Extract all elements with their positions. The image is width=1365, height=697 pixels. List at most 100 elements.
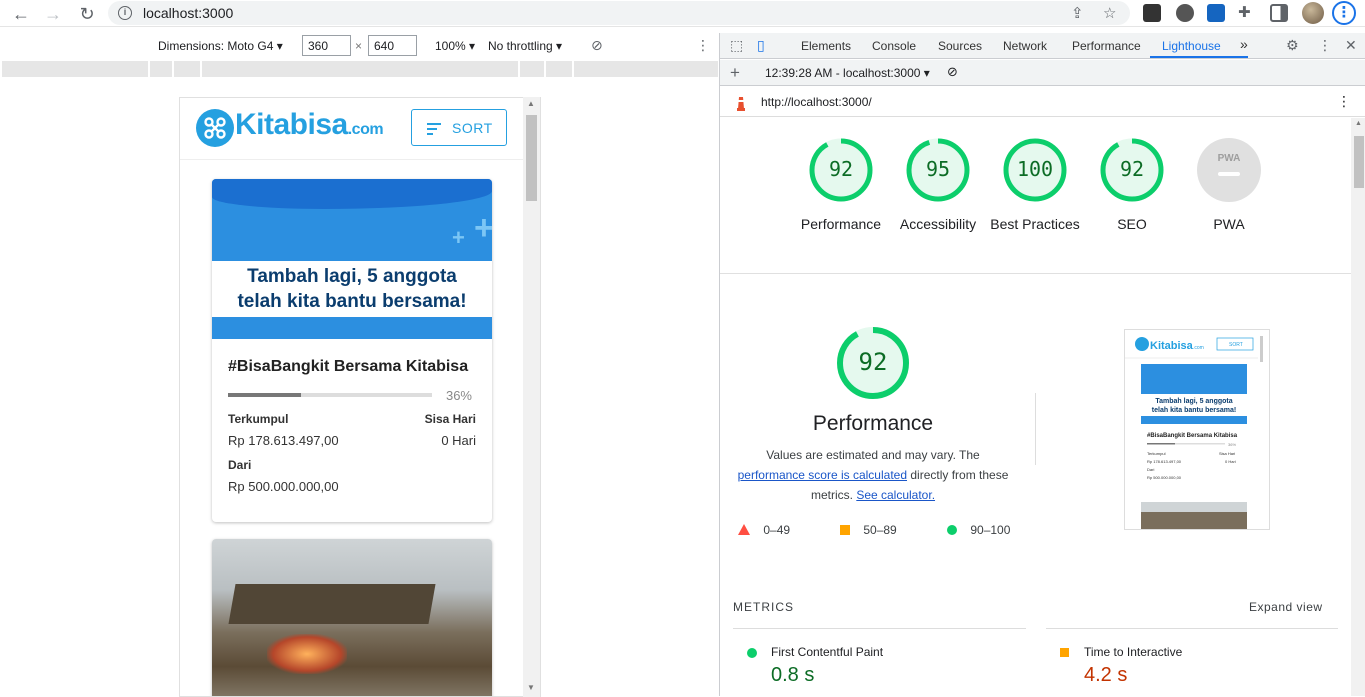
score-accessibility: 95 [925, 157, 951, 181]
expand-view-toggle[interactable]: Expand view [1249, 600, 1323, 614]
performance-score-link[interactable]: performance score is calculated [738, 468, 907, 482]
tti-average-icon [1060, 648, 1069, 657]
svg-text:.com: .com [1193, 345, 1204, 351]
tab-console[interactable]: Console [872, 39, 916, 53]
browser-menu-icon[interactable]: ⋮ [1332, 1, 1356, 25]
settings-gear-icon[interactable]: ⚙ [1286, 37, 1299, 54]
address-bar[interactable]: i localhost:3000 ⇪ ☆ [108, 1, 1130, 25]
label-performance: Performance [800, 216, 882, 232]
sort-icon [427, 123, 441, 138]
section-divider [1035, 393, 1036, 465]
metric-tti-name: Time to Interactive [1084, 645, 1183, 659]
legend-fail: 0–49 [738, 523, 790, 537]
svg-text:36%: 36% [1228, 442, 1236, 447]
forward-icon[interactable]: → [42, 3, 64, 25]
throttling-dropdown[interactable]: No throttling ▾ [488, 39, 562, 53]
side-panel-icon[interactable] [1270, 4, 1288, 22]
label-accessibility: Accessibility [899, 216, 977, 232]
svg-text:Sisa Hari: Sisa Hari [1219, 451, 1235, 456]
devtools-menu-icon[interactable]: ⋮ [1318, 37, 1332, 54]
device-more-icon[interactable]: ⋮ [696, 37, 710, 54]
profile-avatar[interactable] [1302, 2, 1324, 24]
report-url[interactable]: http://localhost:3000/ [761, 95, 872, 109]
tab-elements[interactable]: Elements [801, 39, 851, 53]
tab-lighthouse[interactable]: Lighthouse [1162, 39, 1221, 53]
clear-reports-icon[interactable]: ⊘ [947, 64, 958, 80]
kitabisa-logo-icon[interactable] [196, 109, 234, 147]
share-icon[interactable]: ⇪ [1071, 4, 1084, 22]
report-scrollbar-thumb[interactable] [1354, 136, 1364, 188]
report-menu-icon[interactable]: ⋮ [1337, 93, 1351, 110]
gauge-best-practices[interactable]: 100 [1002, 137, 1068, 203]
metric-fcp-name: First Contentful Paint [771, 645, 884, 659]
label-best-practices: Best Practices [990, 216, 1080, 232]
label-pwa: PWA [1213, 216, 1245, 232]
campaign-progress-fill [228, 393, 302, 397]
days-left-value: 0 Hari [441, 433, 476, 448]
desc-text-1: Values are estimated and may vary. The [766, 448, 980, 462]
device-viewport-area: Dimensions: Moto G4 ▾ 360 × 640 100% ▾ N… [0, 33, 718, 697]
back-icon[interactable]: ← [10, 3, 32, 25]
report-selector[interactable]: 12:39:28 AM - localhost:3000 ▾ [765, 66, 930, 80]
report-scrollbar[interactable]: ▲ [1351, 118, 1365, 696]
metrics-heading: METRICS [733, 600, 794, 614]
pwa-badge-icon: PWA [1197, 138, 1261, 202]
collected-value: Rp 178.613.497,00 [228, 433, 339, 448]
brand-suffix: .com [347, 121, 384, 138]
device-height-input[interactable]: 640 [368, 35, 417, 56]
legend-pass: 90–100 [947, 523, 1010, 537]
final-screenshot-thumbnail[interactable]: Kitabisa .com SORT Tambah lagi, 5 anggot… [1124, 329, 1270, 530]
close-devtools-icon[interactable]: ✕ [1345, 37, 1357, 54]
zoom-dropdown[interactable]: 100% ▾ [435, 39, 475, 53]
page-scrollbar-thumb[interactable] [526, 115, 537, 201]
extension-chat-icon[interactable] [1176, 4, 1194, 22]
extension-incognito-icon[interactable] [1143, 4, 1161, 22]
legend-average: 50–89 [840, 523, 897, 537]
campaign-card-2[interactable] [212, 539, 492, 696]
brand-name[interactable]: Kitabisa.com [235, 108, 384, 142]
lighthouse-toolbar: + 12:39:28 AM - localhost:3000 ▾ ⊘ [720, 60, 1365, 86]
campaign-progress-percent: 36% [445, 388, 472, 403]
score-seo: 92 [1119, 157, 1145, 181]
new-report-icon[interactable]: + [730, 63, 740, 83]
reload-icon[interactable]: ↻ [76, 3, 98, 25]
performance-gauge-large: 92 [835, 325, 911, 401]
address-url[interactable]: localhost:3000 [143, 5, 233, 21]
svg-text:telah kita bantu bersama!: telah kita bantu bersama! [1152, 407, 1236, 414]
extension-store-icon[interactable] [1207, 4, 1225, 22]
tab-network[interactable]: Network [1003, 39, 1047, 53]
device-toggle-icon[interactable]: ▯ [757, 37, 765, 54]
tab-performance[interactable]: Performance [1072, 39, 1141, 53]
gauge-pwa[interactable]: PWA [1196, 137, 1262, 203]
extensions-puzzle-icon[interactable]: ✚ [1238, 4, 1256, 22]
rotate-icon[interactable]: ⊘ [591, 37, 603, 54]
media-query-ruler[interactable] [2, 61, 718, 77]
device-toolbar: Dimensions: Moto G4 ▾ 360 × 640 100% ▾ N… [0, 33, 718, 61]
device-dimensions-label: Dimensions: Moto G4 [158, 39, 274, 53]
inspect-element-icon[interactable]: ⬚ [730, 37, 743, 54]
gauge-performance[interactable]: 92 [808, 137, 874, 203]
performance-description: Values are estimated and may vary. The p… [734, 445, 1012, 505]
bookmark-star-icon[interactable]: ☆ [1103, 4, 1116, 22]
svg-text:Rp 500.000.000,00: Rp 500.000.000,00 [1147, 475, 1182, 480]
campaign-photo-image [212, 539, 492, 696]
svg-text:Kitabisa: Kitabisa [1150, 340, 1194, 352]
gauge-seo[interactable]: 92 [1099, 137, 1165, 203]
gauge-accessibility[interactable]: 95 [905, 137, 971, 203]
device-dimensions-dropdown[interactable]: Dimensions: Moto G4 ▾ [158, 39, 283, 53]
see-calculator-link[interactable]: See calculator. [856, 488, 935, 502]
site-info-icon[interactable]: i [118, 6, 132, 20]
banner-text-line2: telah kita bantu bersama! [237, 291, 467, 312]
svg-text:#BisaBangkit Bersama Kitabisa: #BisaBangkit Bersama Kitabisa [1147, 433, 1238, 439]
svg-text:SORT: SORT [1229, 342, 1243, 348]
target-label: Dari [228, 458, 252, 472]
tab-sources[interactable]: Sources [938, 39, 982, 53]
more-tabs-icon[interactable]: » [1240, 36, 1248, 52]
performance-score-large: 92 [858, 348, 888, 376]
sort-button[interactable]: SORT [411, 109, 507, 146]
campaign-card[interactable]: + + Tambah lagi, 5 anggota telah kita ba… [212, 179, 492, 522]
collected-label: Terkumpul [228, 412, 289, 426]
svg-text:Terkumpul: Terkumpul [1147, 451, 1166, 456]
page-scrollbar[interactable]: ▲ ▼ [523, 97, 540, 697]
device-width-input[interactable]: 360 [302, 35, 351, 56]
